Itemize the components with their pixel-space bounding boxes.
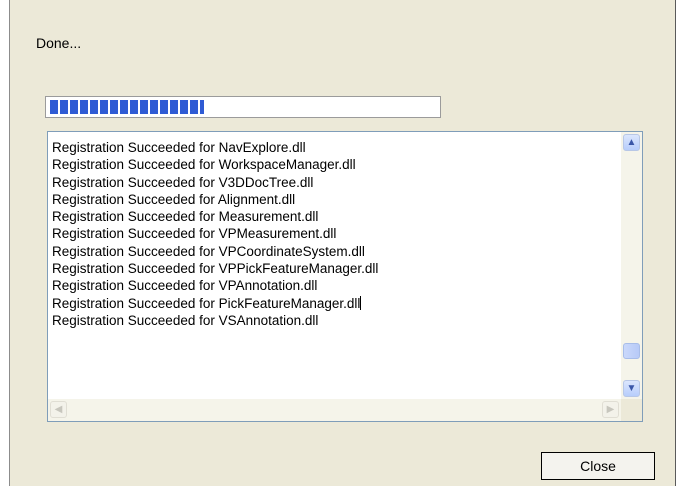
- horizontal-scrollbar[interactable]: ◀ ▶: [48, 399, 621, 421]
- log-line: Registration Succeeded for PickFeatureMa…: [52, 295, 362, 311]
- scroll-left-button[interactable]: ◀: [50, 401, 67, 418]
- close-button[interactable]: Close: [541, 452, 655, 480]
- scroll-up-button[interactable]: ▲: [623, 134, 640, 151]
- scroll-right-button[interactable]: ▶: [602, 401, 619, 418]
- log-line: Registration Succeeded for VPMeasurement…: [52, 226, 337, 242]
- vertical-scroll-thumb[interactable]: [623, 343, 640, 359]
- chevron-up-icon: ▲: [626, 136, 637, 148]
- log-line: Registration Succeeded for Alignment.dll: [52, 191, 296, 207]
- progress-bar: [45, 96, 441, 118]
- registration-log[interactable]: Registration Succeeded for NavExplore.dl…: [47, 131, 643, 422]
- registration-dialog: Done... Registration Succeeded for NavEx…: [9, 0, 676, 486]
- log-lines: Registration Succeeded for NavExplore.dl…: [52, 139, 620, 399]
- vertical-scrollbar[interactable]: ▲ ▼: [621, 132, 642, 399]
- chevron-right-icon: ▶: [606, 403, 615, 415]
- log-line: Registration Succeeded for V3DDocTree.dl…: [52, 174, 314, 190]
- progress-fill: [50, 100, 204, 114]
- log-line: Registration Succeeded for VPAnnotation.…: [52, 278, 318, 294]
- log-line: Registration Succeeded for VPPickFeature…: [52, 261, 379, 277]
- scrollbar-corner: [621, 399, 642, 421]
- chevron-down-icon: ▼: [626, 382, 637, 394]
- scroll-down-button[interactable]: ▼: [623, 380, 640, 397]
- log-line: Registration Succeeded for WorkspaceMana…: [52, 157, 356, 173]
- status-text: Done...: [36, 35, 82, 51]
- log-line: Registration Succeeded for NavExplore.dl…: [52, 140, 306, 155]
- text-caret: [360, 295, 362, 310]
- chevron-left-icon: ◀: [54, 403, 63, 415]
- log-line: Registration Succeeded for Measurement.d…: [52, 209, 319, 225]
- log-line: Registration Succeeded for VSAnnotation.…: [52, 312, 319, 328]
- log-line: Registration Succeeded for VPCoordinateS…: [52, 243, 365, 259]
